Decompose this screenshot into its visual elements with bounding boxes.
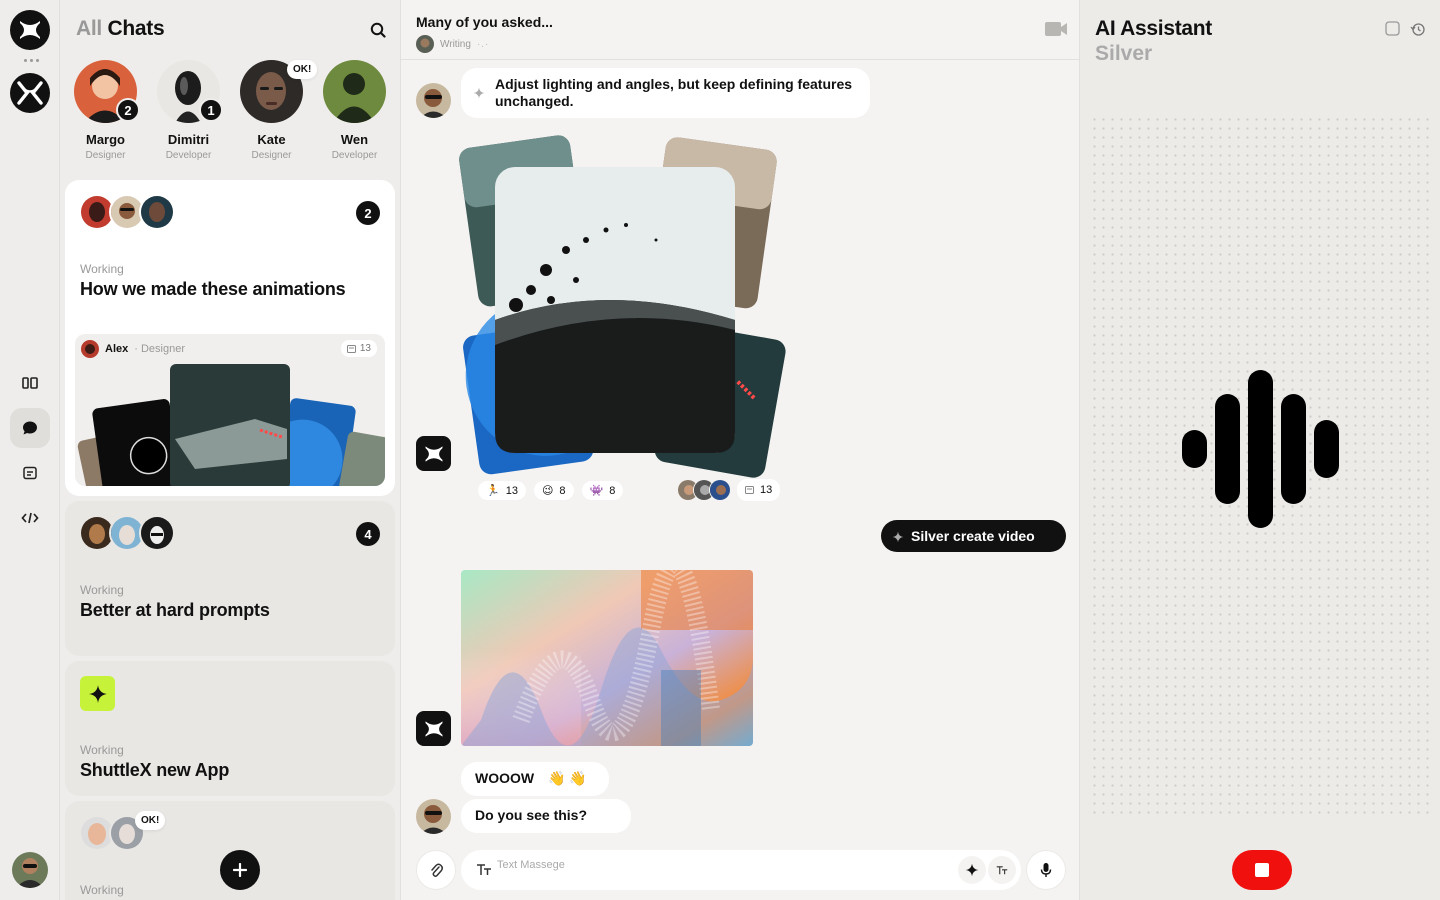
chat-list-panel: All Chats 2 Margo Designer 1 Dimitri Dev… <box>60 0 400 900</box>
participant-avatars <box>79 815 145 851</box>
conversation-header: Many of you asked... Writing ·.· <box>401 0 1081 60</box>
reaction-chip[interactable]: 🏃 13 <box>478 481 526 500</box>
new-chat-button[interactable] <box>220 850 260 890</box>
assistant-name: Silver <box>1095 42 1153 65</box>
avatar <box>81 340 99 358</box>
thread-count-badge: 13 <box>737 479 781 501</box>
workspace-logo-icon[interactable] <box>10 73 50 113</box>
reply-message: WOOOW 👋 👋 <box>461 762 609 796</box>
generated-image-stack[interactable] <box>456 130 786 480</box>
ai-assist-button[interactable] <box>958 856 986 884</box>
text-format-icon <box>996 865 1008 874</box>
avatar <box>139 515 175 551</box>
assistant-title: AI Assistant <box>1095 17 1212 40</box>
bot-avatar-icon <box>416 436 451 471</box>
conversation-panel: Many of you asked... Writing ·.· Adjust … <box>400 0 1081 900</box>
typing-dots-icon: ·.· <box>476 38 490 50</box>
wave-bar <box>1281 394 1306 504</box>
media-count-badge: 13 <box>340 340 377 357</box>
attach-button[interactable] <box>416 850 456 890</box>
image-stack-icon <box>346 344 356 353</box>
chat-preview[interactable]: Alex · Designer 13 <box>75 334 385 486</box>
chat-card-shuttlex[interactable]: Working ShuttleX new App <box>65 661 395 796</box>
typing-status: Writing ·.· <box>416 35 489 53</box>
history-icon[interactable] <box>1410 21 1426 42</box>
current-user-avatar[interactable] <box>12 852 48 888</box>
stop-icon <box>1255 863 1269 877</box>
contact-kate[interactable]: OK! Kate Designer <box>240 60 318 161</box>
preview-author: Alex · Designer <box>81 340 185 358</box>
sparkle-icon <box>892 531 904 543</box>
participant-avatars <box>79 194 175 230</box>
chat-status: Working <box>80 743 124 757</box>
message-composer <box>461 850 1021 890</box>
chat-card-animations[interactable]: 2 Working How we made these animations A… <box>65 180 395 496</box>
wave-bar <box>1215 394 1240 504</box>
command-message: Silver create video <box>881 520 1066 552</box>
code-icon[interactable] <box>10 498 50 538</box>
contact-dimitri[interactable]: 1 Dimitri Developer <box>157 60 223 161</box>
layout-icon[interactable] <box>10 363 50 403</box>
chat-title: ShuttleX new App <box>80 760 230 780</box>
unread-badge: 1 <box>199 98 223 122</box>
wave-bar <box>1248 370 1273 528</box>
more-dots-icon[interactable] <box>24 59 39 62</box>
image-stack-icon <box>745 486 754 494</box>
generated-video-preview[interactable] <box>461 570 753 746</box>
microphone-icon <box>1040 863 1052 877</box>
reaction-chip[interactable]: 😉 8 <box>533 481 574 500</box>
expand-panel-icon[interactable] <box>1385 21 1400 41</box>
sparkle-icon <box>80 676 115 711</box>
sender-avatar[interactable] <box>416 83 451 118</box>
unread-badge: 2 <box>116 98 140 122</box>
avatar <box>323 60 386 123</box>
message-input[interactable] <box>497 859 897 871</box>
text-format-icon[interactable] <box>476 863 492 877</box>
app-logo-icon[interactable] <box>10 10 50 50</box>
contact-margo[interactable]: 2 Margo Designer <box>74 60 140 161</box>
bot-avatar-icon <box>416 711 451 746</box>
avatar <box>416 35 434 53</box>
page-title: All Chats <box>76 17 165 40</box>
search-icon[interactable] <box>368 20 388 40</box>
chat-status: Working <box>80 583 124 597</box>
stop-recording-button[interactable] <box>1232 850 1292 890</box>
paperclip-icon <box>431 863 443 877</box>
chat-card-hard-prompts[interactable]: 4 Working Better at hard prompts <box>65 501 395 656</box>
status-bubble: OK! <box>135 811 166 830</box>
ai-assistant-panel: AI Assistant Silver <box>1080 0 1440 900</box>
conversation-title: Many of you asked... <box>416 14 553 30</box>
voice-input-button[interactable] <box>1026 850 1066 890</box>
prompt-message: Adjust lighting and angles, but keep def… <box>461 68 870 118</box>
participant-avatars <box>79 515 175 551</box>
calendar-icon[interactable] <box>10 453 50 493</box>
reaction-chip[interactable]: 👾 8 <box>581 481 624 500</box>
reactions-row: 🏃 13 😉 8 👾 8 <box>478 481 624 500</box>
chat-status: Working <box>80 262 124 276</box>
wave-bar <box>1182 430 1207 468</box>
wave-bar <box>1314 420 1339 478</box>
thread-participants[interactable]: 13 <box>677 479 781 501</box>
chat-icon[interactable] <box>10 408 50 448</box>
left-rail <box>0 0 60 900</box>
voice-waveform <box>1182 370 1339 528</box>
avatar <box>709 479 731 501</box>
plus-icon <box>233 863 247 877</box>
reply-message: Do you see this? <box>461 799 631 833</box>
format-button[interactable] <box>988 856 1016 884</box>
sparkle-icon <box>473 87 485 99</box>
chat-title: Better at hard prompts <box>80 600 270 620</box>
sparkle-icon <box>965 863 979 877</box>
chat-title: How we made these animations <box>80 279 346 299</box>
video-call-icon[interactable] <box>1044 21 1068 42</box>
status-bubble: OK! <box>287 60 318 79</box>
unread-badge: 2 <box>356 201 380 225</box>
unread-badge: 4 <box>356 522 380 546</box>
chat-status: Working <box>80 883 124 897</box>
sender-avatar[interactable] <box>416 799 451 834</box>
contact-wen[interactable]: Wen Developer <box>323 60 386 161</box>
avatar <box>139 194 175 230</box>
contacts-row: 2 Margo Designer 1 Dimitri Developer OK!… <box>74 60 386 161</box>
